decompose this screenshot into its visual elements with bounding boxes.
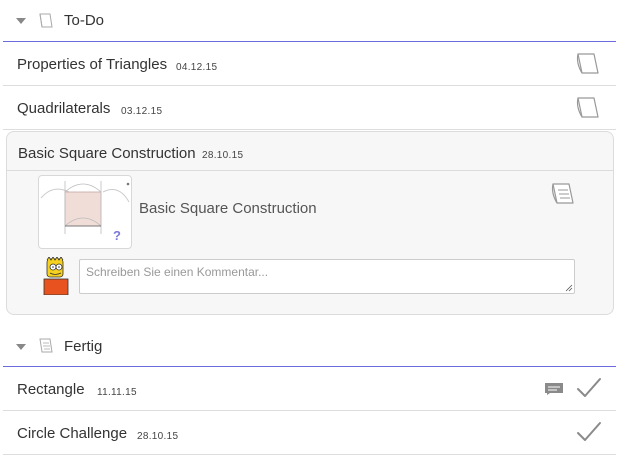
task-row-circle-challenge[interactable]: Circle Challenge 28.10.15: [3, 411, 616, 455]
checkmark-icon: [577, 422, 601, 441]
help-badge: ?: [113, 228, 121, 243]
comment-placeholder: Schreiben Sie einen Kommentar...: [86, 265, 269, 279]
task-date: 03.12.15: [121, 106, 163, 117]
task-row-properties-of-triangles[interactable]: Properties of Triangles 04.12.15: [3, 42, 616, 86]
comment-input[interactable]: Schreiben Sie einen Kommentar...: [79, 259, 575, 294]
done-section-title: Fertig: [64, 338, 103, 355]
feedback-comment-icon[interactable]: [544, 382, 564, 396]
expanded-task-card: Basic Square Construction 28.10.15 ? Bas…: [6, 131, 614, 315]
task-row-quadrilaterals[interactable]: Quadrilaterals 03.12.15: [3, 86, 616, 130]
task-title[interactable]: Basic Square Construction: [18, 145, 196, 162]
task-title[interactable]: Rectangle: [17, 381, 85, 398]
task-date: 04.12.15: [176, 62, 218, 73]
notebook-icon[interactable]: [574, 95, 602, 121]
notebook-icon[interactable]: [574, 51, 602, 77]
task-date: 28.10.15: [137, 431, 179, 442]
comments-icon[interactable]: [549, 181, 577, 209]
todo-section-title: To-Do: [64, 12, 105, 29]
task-title[interactable]: Quadrilaterals: [17, 100, 110, 117]
done-section-header[interactable]: Fertig: [3, 326, 616, 367]
material-title[interactable]: Basic Square Construction: [139, 200, 317, 217]
notebook-lines-icon: [39, 338, 53, 353]
caret-down-icon[interactable]: [15, 17, 27, 25]
todo-section-header[interactable]: To-Do: [3, 1, 616, 42]
expanded-task-header[interactable]: Basic Square Construction 28.10.15: [7, 132, 613, 171]
task-title[interactable]: Properties of Triangles: [17, 56, 167, 73]
user-avatar-icon: [43, 257, 69, 295]
material-thumbnail[interactable]: ?: [38, 175, 132, 249]
task-date: 28.10.15: [202, 150, 244, 161]
task-row-rectangle[interactable]: Rectangle 11.11.15: [3, 367, 616, 411]
checkmark-icon: [577, 378, 601, 397]
resize-handle-icon[interactable]: [565, 284, 573, 292]
task-title[interactable]: Circle Challenge: [17, 425, 127, 442]
caret-down-icon[interactable]: [15, 343, 27, 351]
notebook-icon: [39, 13, 53, 28]
task-date: 11.11.15: [97, 387, 137, 398]
